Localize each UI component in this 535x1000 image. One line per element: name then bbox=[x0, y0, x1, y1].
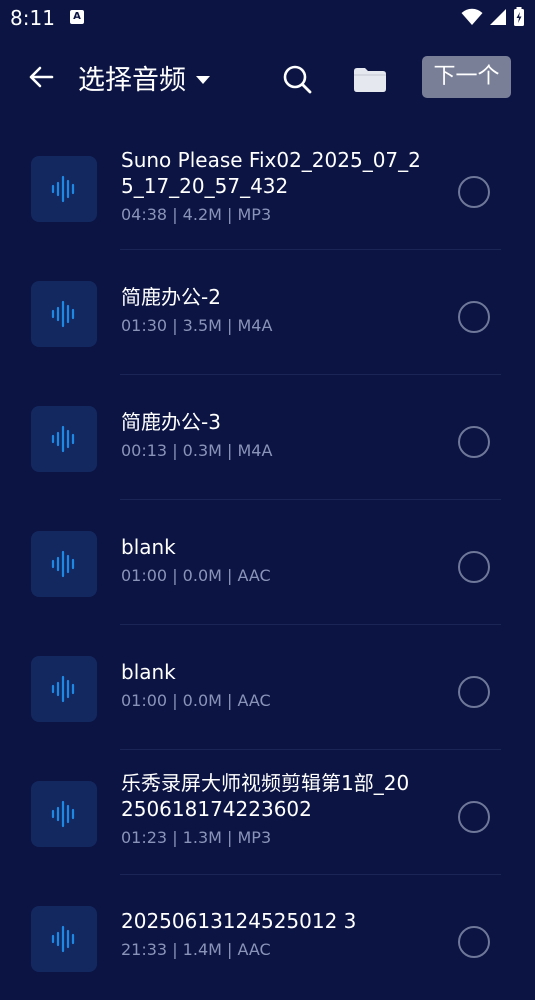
audio-thumbnail bbox=[31, 656, 97, 722]
item-info: blank 01:00 | 0.0M | AAC bbox=[121, 534, 421, 585]
signal-icon bbox=[490, 9, 506, 25]
audio-wave-icon bbox=[51, 175, 75, 203]
next-button[interactable]: 下一个 bbox=[422, 56, 511, 98]
page-title: 选择音频 bbox=[78, 65, 186, 96]
select-radio[interactable] bbox=[458, 676, 490, 708]
select-radio[interactable] bbox=[458, 176, 490, 208]
item-meta: 01:23 | 1.3M | MP3 bbox=[121, 828, 272, 847]
item-meta: 00:13 | 0.3M | M4A bbox=[121, 441, 273, 460]
item-name: 简鹿办公-3 bbox=[121, 410, 221, 434]
arrow-left-icon bbox=[29, 66, 54, 88]
select-radio[interactable] bbox=[458, 926, 490, 958]
audio-thumbnail bbox=[31, 531, 97, 597]
select-radio[interactable] bbox=[458, 301, 490, 333]
status-time: 8:11 bbox=[10, 6, 55, 30]
item-name: Suno Please Fix02_2025_07_25_17_20_57_43… bbox=[121, 148, 421, 198]
audio-thumbnail bbox=[31, 781, 97, 847]
item-meta: 01:00 | 0.0M | AAC bbox=[121, 566, 271, 585]
item-info: 简鹿办公-3 00:13 | 0.3M | M4A bbox=[121, 409, 421, 460]
item-name: 简鹿办公-2 bbox=[121, 285, 221, 309]
audio-thumbnail bbox=[31, 406, 97, 472]
audio-thumbnail bbox=[31, 156, 97, 222]
item-name: blank bbox=[121, 535, 176, 559]
title-dropdown[interactable]: 选择音频 bbox=[78, 58, 210, 97]
item-info: 简鹿办公-2 01:30 | 3.5M | M4A bbox=[121, 284, 421, 335]
search-button[interactable] bbox=[280, 62, 314, 96]
audio-list: Suno Please Fix02_2025_07_25_17_20_57_43… bbox=[0, 125, 535, 1000]
item-info: Suno Please Fix02_2025_07_25_17_20_57_43… bbox=[121, 147, 421, 224]
folder-icon bbox=[354, 68, 386, 92]
item-info: blank 01:00 | 0.0M | AAC bbox=[121, 659, 421, 710]
list-item[interactable]: 简鹿办公-3 00:13 | 0.3M | M4A bbox=[0, 375, 535, 500]
wifi-icon bbox=[461, 8, 483, 25]
list-item[interactable]: Suno Please Fix02_2025_07_25_17_20_57_43… bbox=[0, 125, 535, 250]
item-info: 20250613124525012 3 21:33 | 1.4M | AAC bbox=[121, 908, 421, 959]
item-info: 乐秀录屏大师视频剪辑第1部_20250618174223602 01:23 | … bbox=[121, 770, 421, 847]
audio-thumbnail bbox=[31, 281, 97, 347]
select-radio[interactable] bbox=[458, 426, 490, 458]
audio-wave-icon bbox=[51, 675, 75, 703]
item-name: 乐秀录屏大师视频剪辑第1部_20250618174223602 bbox=[121, 771, 410, 821]
list-item[interactable]: blank 01:00 | 0.0M | AAC bbox=[0, 500, 535, 625]
audio-wave-icon bbox=[51, 550, 75, 578]
status-bar: 8:11 A bbox=[0, 0, 535, 34]
back-button[interactable] bbox=[24, 60, 58, 94]
select-radio[interactable] bbox=[458, 801, 490, 833]
status-icons bbox=[461, 7, 525, 27]
caret-down-icon bbox=[196, 75, 210, 84]
list-item[interactable]: blank 01:00 | 0.0M | AAC bbox=[0, 625, 535, 750]
select-radio[interactable] bbox=[458, 551, 490, 583]
item-meta: 01:30 | 3.5M | M4A bbox=[121, 316, 273, 335]
item-name: 20250613124525012 3 bbox=[121, 909, 357, 933]
item-name: blank bbox=[121, 660, 176, 684]
item-meta: 04:38 | 4.2M | MP3 bbox=[121, 205, 272, 224]
list-item[interactable]: 20250613124525012 3 21:33 | 1.4M | AAC bbox=[0, 875, 535, 1000]
audio-wave-icon bbox=[51, 425, 75, 453]
list-item[interactable]: 简鹿办公-2 01:30 | 3.5M | M4A bbox=[0, 250, 535, 375]
audio-wave-icon bbox=[51, 800, 75, 828]
item-meta: 01:00 | 0.0M | AAC bbox=[121, 691, 271, 710]
toolbar: 选择音频 下一个 bbox=[0, 50, 535, 106]
audio-wave-icon bbox=[51, 925, 75, 953]
item-meta: 21:33 | 1.4M | AAC bbox=[121, 940, 271, 959]
audio-thumbnail bbox=[31, 906, 97, 972]
list-item[interactable]: 乐秀录屏大师视频剪辑第1部_20250618174223602 01:23 | … bbox=[0, 750, 535, 875]
notification-a-icon: A bbox=[70, 10, 84, 24]
search-icon bbox=[283, 65, 312, 94]
folder-button[interactable] bbox=[352, 62, 388, 96]
battery-icon bbox=[514, 7, 524, 26]
audio-wave-icon bbox=[51, 300, 75, 328]
